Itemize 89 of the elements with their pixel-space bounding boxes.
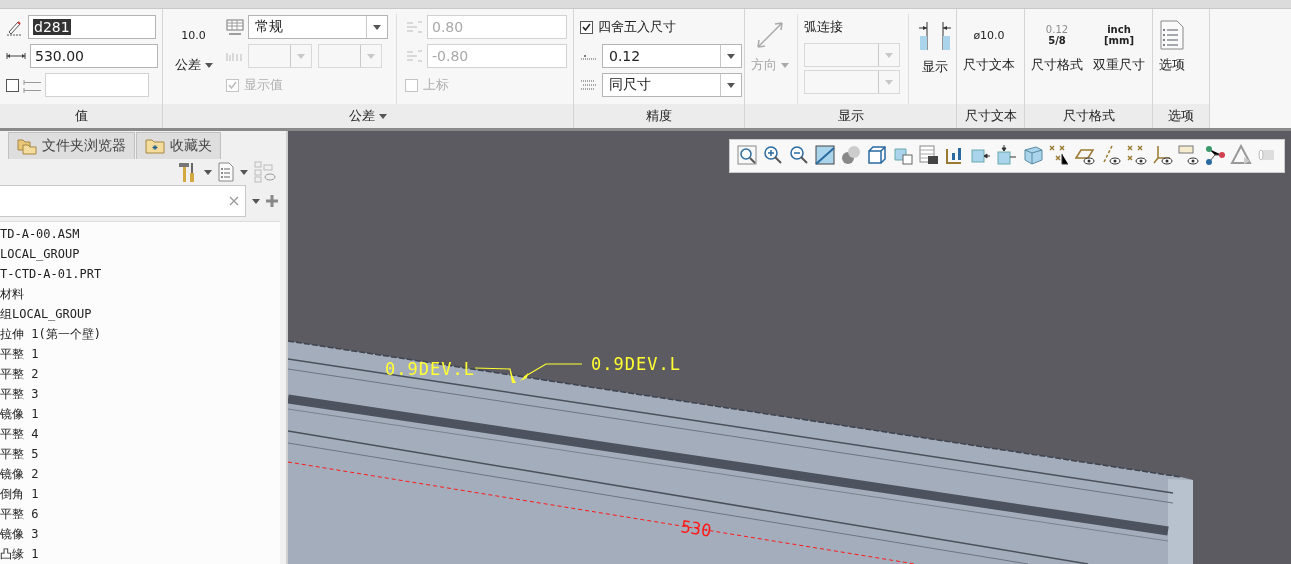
- tree-item[interactable]: 平整 2: [0, 364, 280, 384]
- plus-icon[interactable]: [266, 195, 278, 207]
- dimension-format-button[interactable]: 0.12 5/8 尺寸格式: [1031, 14, 1083, 104]
- tree-item[interactable]: 镜像 2: [0, 464, 280, 484]
- datum-points-icon[interactable]: [1048, 144, 1070, 166]
- folders-icon: [17, 137, 37, 156]
- tree-item[interactable]: 组LOCAL_GROUP: [0, 304, 280, 324]
- csys-eye-icon[interactable]: [1152, 144, 1174, 166]
- caret-icon: [379, 113, 387, 119]
- tolerance-decimal-icon: [580, 77, 598, 93]
- decimals-dropdown[interactable]: 0.12: [602, 44, 742, 68]
- caret-icon: [373, 24, 381, 30]
- group-label: 精度: [574, 104, 744, 128]
- annotation-text: 0.9DEV.L: [591, 354, 681, 374]
- tree-item[interactable]: TD-A-00.ASM: [0, 224, 280, 244]
- tree-item[interactable]: 平整 4: [0, 424, 280, 444]
- zoom-in-icon[interactable]: [762, 144, 784, 166]
- tree-item[interactable]: 平整 6: [0, 504, 280, 524]
- tree-item[interactable]: 镜像 1: [0, 404, 280, 424]
- cube-icon[interactable]: [866, 144, 888, 166]
- caret-icon: [240, 169, 248, 175]
- annotation-text: 0.9DEV.L: [385, 359, 475, 379]
- tree-item[interactable]: T-CTD-A-01.PRT: [0, 264, 280, 284]
- search-field[interactable]: [0, 185, 246, 217]
- tree-item[interactable]: 镜像 3: [0, 524, 280, 544]
- tree-item[interactable]: 凸缘 1: [0, 544, 280, 564]
- points-eye-icon[interactable]: [1126, 144, 1148, 166]
- list-icon[interactable]: [218, 162, 234, 183]
- diagonal-arrow-icon: [755, 20, 785, 50]
- group-menu[interactable]: 公差: [163, 104, 573, 128]
- checkbox[interactable]: [6, 78, 19, 92]
- caret-icon: [297, 53, 305, 59]
- tolerance-table-dropdown[interactable]: 常规: [248, 15, 388, 39]
- caret-icon: [885, 52, 893, 58]
- dimension-text-button[interactable]: ø10.0 尺寸文本: [963, 14, 1015, 104]
- group-label: 值: [0, 104, 162, 128]
- node-link-icon[interactable]: [1204, 144, 1226, 166]
- tree-item[interactable]: 平整 1: [0, 344, 280, 364]
- tolerance-icon: [405, 48, 423, 64]
- tree-item[interactable]: 平整 3: [0, 384, 280, 404]
- axis-eye-icon[interactable]: [1100, 144, 1122, 166]
- sidebar-tab[interactable]: 文件夹浏览器: [8, 132, 135, 160]
- checkmark-icon: [228, 81, 237, 89]
- pencil-icon: [6, 18, 24, 36]
- tolerance-decimals-dropdown[interactable]: 同尺寸: [602, 73, 742, 97]
- caret-icon: [204, 62, 213, 68]
- caret-icon: [252, 198, 260, 204]
- table-camera-icon[interactable]: [918, 144, 940, 166]
- cube-arrow-icon[interactable]: [996, 144, 1018, 166]
- table-icon: [226, 19, 244, 35]
- tolerance-icon: [405, 19, 423, 35]
- override-field[interactable]: [45, 73, 149, 97]
- repaint-icon[interactable]: [814, 144, 836, 166]
- dimension-value: 530: [679, 516, 713, 541]
- group-label: 尺寸格式: [1025, 104, 1152, 128]
- display-button[interactable]: 显示: [908, 14, 953, 104]
- tree-item[interactable]: 材料: [0, 284, 280, 304]
- tree-item[interactable]: 拉伸 1(第一个壁): [0, 324, 280, 344]
- options-button[interactable]: 选项: [1159, 14, 1185, 104]
- caret-icon: [727, 82, 735, 88]
- leader-line: [474, 367, 516, 383]
- caret-icon: [727, 53, 735, 59]
- name-field[interactable]: d281: [28, 15, 156, 39]
- zoom-out-icon[interactable]: [788, 144, 810, 166]
- group-label: 尺寸文本: [957, 104, 1024, 128]
- witness-lines-icon: [917, 20, 953, 52]
- spheres-icon[interactable]: [840, 144, 862, 166]
- annotation-eye-icon[interactable]: [1178, 144, 1200, 166]
- caret-icon: [885, 79, 893, 85]
- value-field[interactable]: 530.00: [30, 44, 158, 68]
- caret-icon: [367, 53, 375, 59]
- caret-icon: [204, 169, 212, 175]
- sidebar-tab[interactable]: 收藏夹: [136, 132, 221, 160]
- document-list-icon: [1160, 20, 1184, 50]
- group-label: 显示: [745, 104, 956, 128]
- zoom-fit-icon[interactable]: [736, 144, 758, 166]
- arc-label: 弧连接: [804, 18, 843, 36]
- folder-star-icon: [145, 138, 165, 155]
- checkbox[interactable]: 四舍五入尺寸: [580, 18, 676, 36]
- leader-line: [520, 363, 583, 381]
- dual-dimension-button[interactable]: inch [mm] 双重尺寸: [1093, 14, 1145, 104]
- checkmark-icon: [582, 23, 591, 31]
- tree-item[interactable]: 平整 5: [0, 444, 280, 464]
- caret-icon: [781, 62, 789, 68]
- tree-item[interactable]: 倒角 1: [0, 484, 280, 504]
- tolerance-button[interactable]: 10.0 公差: [169, 14, 218, 104]
- group-label: 选项: [1153, 104, 1209, 128]
- close-icon[interactable]: [229, 196, 239, 206]
- tree-item[interactable]: LOCAL_GROUP: [0, 244, 280, 264]
